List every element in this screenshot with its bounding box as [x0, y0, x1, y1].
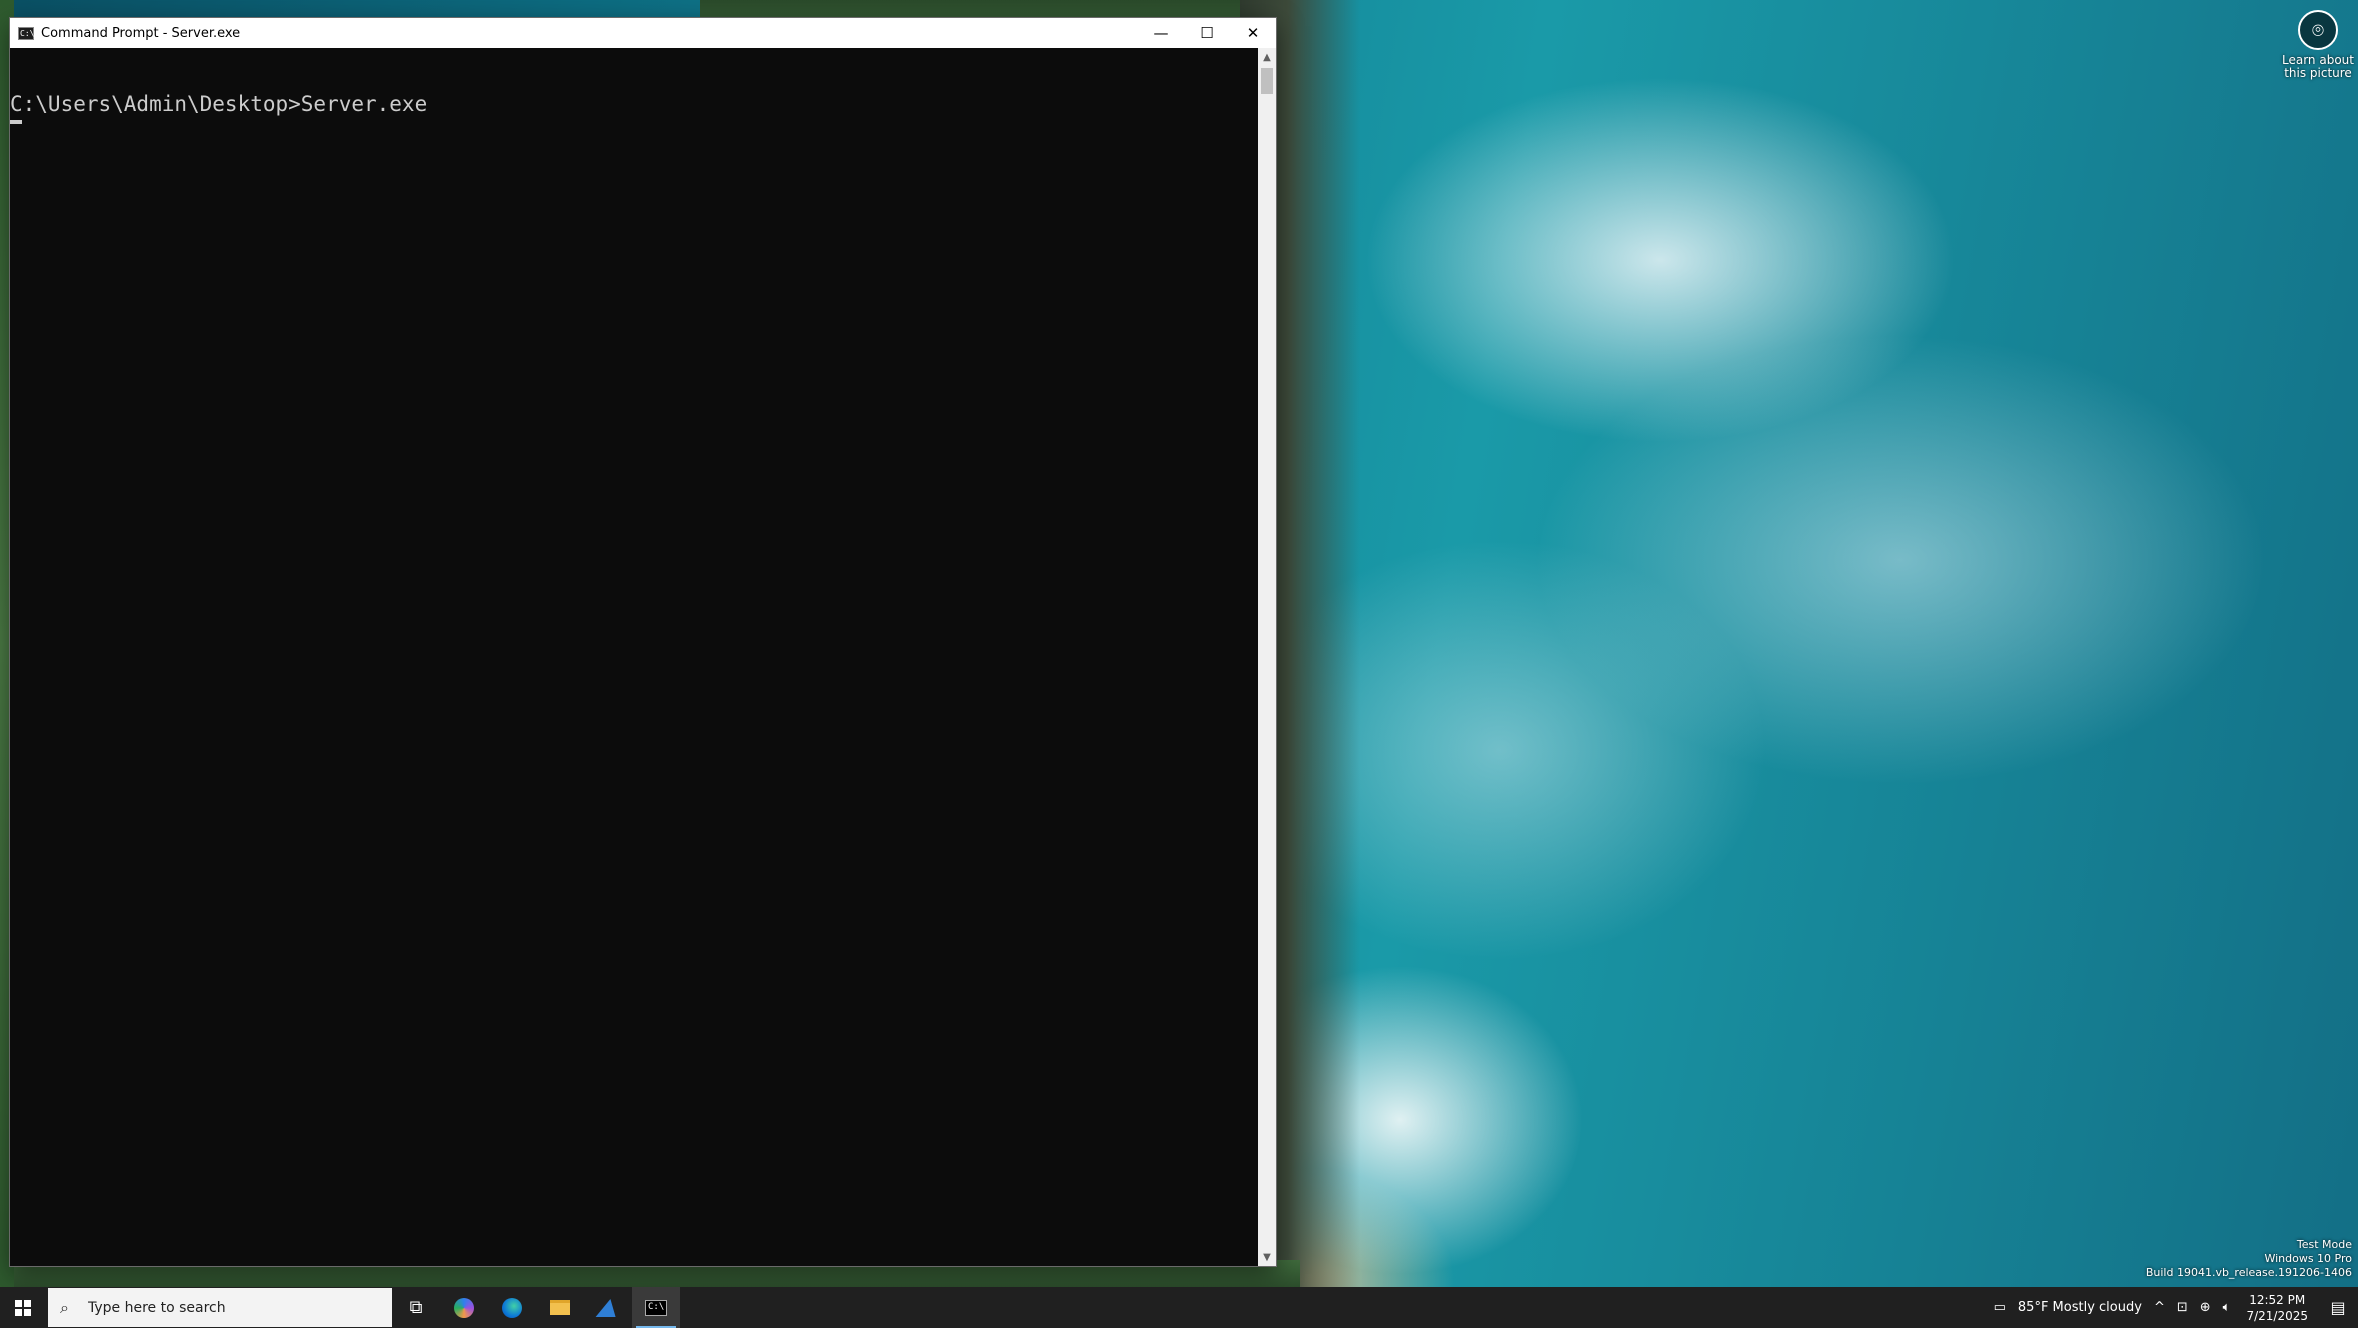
notification-icon[interactable]: ▤: [2318, 1287, 2358, 1328]
edge-button[interactable]: [488, 1287, 536, 1328]
blue-app-button[interactable]: [584, 1287, 632, 1328]
taskbar: ⌕ ⧉ C:\ ▭ 85°F Mostly cloudy ^ ⊡ ⊕ 🔈︎ 12…: [0, 1287, 2358, 1328]
taskbar-clock[interactable]: 12:52 PM 7/21/2025: [2236, 1292, 2318, 1324]
windows-icon: [15, 1299, 31, 1316]
learn-line-2: this picture: [2284, 66, 2352, 80]
minimize-button[interactable]: —: [1138, 18, 1184, 48]
learn-about-label: Learn about this picture: [2278, 54, 2358, 80]
scroll-down-arrow-icon[interactable]: ▼: [1258, 1248, 1276, 1266]
task-view-button[interactable]: ⧉: [392, 1287, 440, 1328]
taskbar-search[interactable]: ⌕: [48, 1288, 392, 1327]
console-output[interactable]: C:\Users\Admin\Desktop>Server.exe: [10, 48, 1258, 1266]
globe-icon[interactable]: ⊕: [2194, 1300, 2217, 1315]
console-line: C:\Users\Admin\Desktop>Server.exe: [10, 92, 428, 116]
camera-icon[interactable]: ⌾: [2298, 10, 2338, 50]
weather-icon[interactable]: ▭: [1988, 1300, 2012, 1315]
search-input[interactable]: [86, 1298, 390, 1317]
close-button[interactable]: ✕: [1230, 18, 1276, 48]
start-button[interactable]: [0, 1287, 46, 1328]
file-explorer-icon: [550, 1300, 570, 1315]
network-device-icon[interactable]: ⊡: [2171, 1300, 2194, 1315]
learn-about-picture[interactable]: ⌾ Learn about this picture: [2278, 10, 2358, 80]
search-icon: ⌕: [60, 1297, 69, 1317]
task-view-icon: ⧉: [409, 1297, 423, 1318]
edge-icon: [502, 1297, 522, 1318]
file-explorer-button[interactable]: [536, 1287, 584, 1328]
test-mode-watermark: Test Mode Windows 10 Pro Build 19041.vb_…: [2146, 1238, 2352, 1280]
scroll-up-arrow-icon[interactable]: ▲: [1258, 48, 1276, 66]
command-prompt-taskbar-icon: C:\: [645, 1299, 667, 1316]
console-cursor: [10, 120, 22, 124]
copilot-button[interactable]: [440, 1287, 488, 1328]
system-tray: ▭ 85°F Mostly cloudy ^ ⊡ ⊕ 🔈︎ 12:52 PM 7…: [1988, 1287, 2358, 1328]
window-controls: — ☐ ✕: [1138, 18, 1276, 48]
maximize-button[interactable]: ☐: [1184, 18, 1230, 48]
watermark-line-2: Windows 10 Pro: [2264, 1252, 2352, 1265]
window-titlebar[interactable]: C:\ Command Prompt - Server.exe — ☐ ✕: [10, 18, 1276, 48]
volume-muted-icon[interactable]: 🔈︎: [2217, 1300, 2237, 1315]
clock-date: 7/21/2025: [2246, 1308, 2308, 1323]
chevron-up-icon[interactable]: ^: [2148, 1300, 2171, 1315]
command-prompt-icon[interactable]: C:\: [18, 26, 34, 40]
blue-app-icon: [595, 1298, 621, 1317]
vertical-scrollbar[interactable]: ▲ ▼: [1258, 48, 1276, 1266]
scroll-thumb[interactable]: [1261, 68, 1273, 94]
window-title: Command Prompt - Server.exe: [41, 25, 241, 41]
command-prompt-taskbar-button[interactable]: C:\: [632, 1287, 680, 1328]
command-prompt-window[interactable]: C:\ Command Prompt - Server.exe — ☐ ✕ C:…: [10, 18, 1276, 1266]
watermark-line-1: Test Mode: [2296, 1238, 2352, 1251]
copilot-icon: [454, 1297, 474, 1318]
clock-time: 12:52 PM: [2249, 1292, 2306, 1307]
watermark-line-3: Build 19041.vb_release.191206-1406: [2145, 1266, 2352, 1279]
weather-widget[interactable]: 85°F Mostly cloudy: [2012, 1300, 2148, 1315]
